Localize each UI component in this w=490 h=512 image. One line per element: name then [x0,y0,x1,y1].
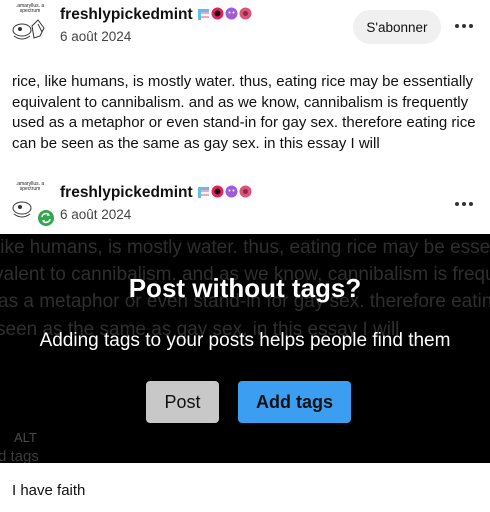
reblog-icon [36,208,56,228]
avatar[interactable]: .amaryllus. a spectrum [8,181,56,228]
background-alt-label: ALT [14,430,37,445]
post-date[interactable]: 6 août 2024 [60,207,131,222]
post-without-tags-dialog: like humans, is mostly water. thus, eati… [0,234,490,463]
background-text-line: like humans, is mostly water. thus, eati… [0,237,490,258]
flower-badge-icon [239,7,252,20]
avatar-drawing [12,19,45,40]
username[interactable]: freshlypickedmint [60,6,193,24]
reblog-comment: I have faith [12,482,86,499]
more-horizontal-icon[interactable] [450,18,478,34]
red-heart-badge-icon [211,7,224,20]
post-body: rice, like humans, is mostly water. thus… [12,73,476,152]
red-heart-badge-icon [211,185,224,198]
dialog-subtitle: Adding tags to your posts helps people f… [39,330,451,351]
trans-flag-badge-icon [198,187,210,198]
reblog-header: .amaryllus. a spectrum freshlypickedmint [0,180,490,230]
more-horizontal-icon[interactable] [450,196,478,212]
purple-face-badge-icon [225,7,238,20]
username[interactable]: freshlypickedmint [60,184,193,202]
post-header: .amaryllus. a spectrum freshlypickedmint… [0,2,490,52]
user-badges [197,7,252,20]
subscribe-button[interactable]: S'abonner [353,10,441,44]
avatar[interactable]: .amaryllus. a spectrum [8,4,54,50]
avatar-text: .amaryllus. a spectrum [15,3,45,14]
post-date[interactable]: 6 août 2024 [60,29,131,44]
flower-badge-icon [239,185,252,198]
trans-flag-badge-icon [198,9,210,20]
purple-face-badge-icon [225,185,238,198]
post-button[interactable]: Post [146,381,219,423]
background-tags-label: d tags [0,448,39,463]
avatar-text: .amaryllus. a spectrum [15,181,45,192]
dialog-title: Post without tags? [128,273,362,303]
user-badges [197,185,252,198]
add-tags-button[interactable]: Add tags [238,381,351,423]
